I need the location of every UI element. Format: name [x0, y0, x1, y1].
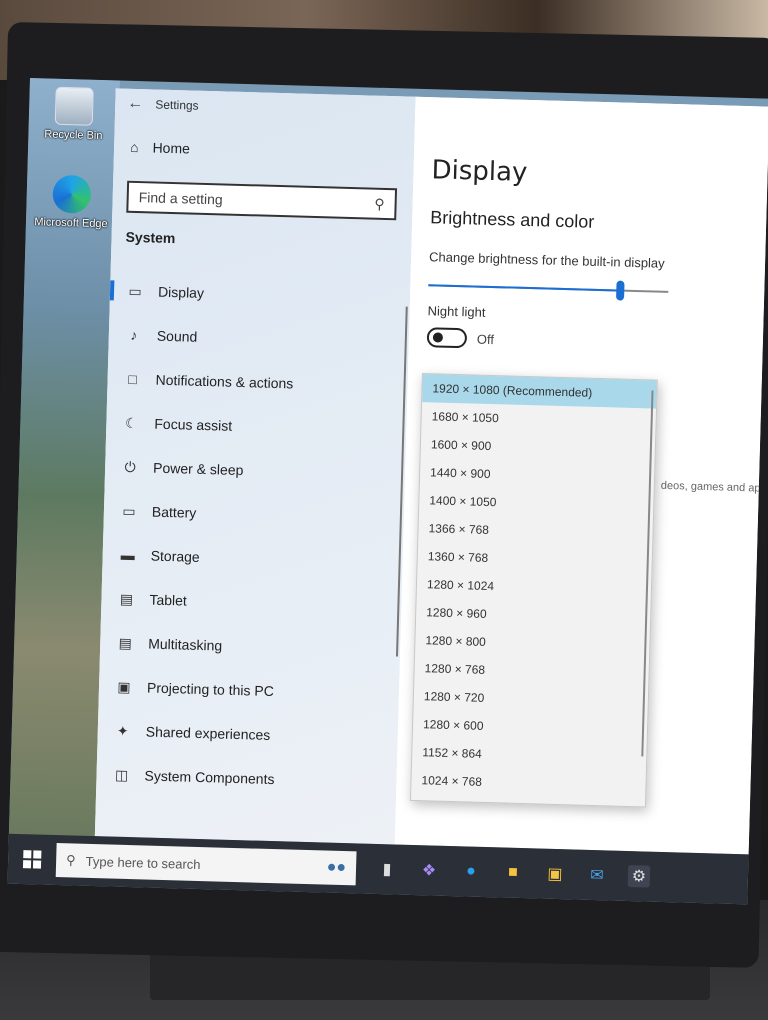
brightness-label: Change brightness for the built-in displ… [428, 249, 665, 271]
nav-item-label: Battery [151, 503, 197, 521]
nav-item-label: Tablet [149, 591, 188, 609]
mail-icon[interactable]: ✉ [586, 864, 609, 887]
find-setting-search[interactable]: Find a setting ⚲ [126, 180, 398, 221]
windows-logo-icon [22, 850, 42, 869]
recycle-bin-icon [54, 86, 94, 126]
search-placeholder: Find a setting [138, 189, 223, 208]
edge-icon[interactable]: ● [460, 860, 483, 883]
nav-item-label: Power & sleep [152, 459, 244, 479]
taskbar-search-placeholder: Type here to search [85, 853, 201, 872]
home-label: Home [152, 139, 191, 157]
desktop-icon-recycle-bin[interactable]: Recycle Bin [34, 86, 113, 142]
resolution-dropdown[interactable]: 1920 × 1080 (Recommended) 1680 × 1050 1600… [409, 373, 658, 808]
multitasking-icon: ▤ [118, 634, 133, 651]
desktop-icon-label: Recycle Bin [44, 128, 103, 143]
screen: Recycle Bin Microsoft Edge ← Settings ⌂ … [7, 78, 768, 905]
nav-item-label: Multitasking [148, 635, 223, 654]
truncated-text: deos, games and ap [660, 479, 761, 495]
moon-icon: ☾ [124, 414, 138, 431]
nav-item-label: Display [157, 283, 205, 301]
search-icon: ⚲ [65, 852, 76, 868]
night-light-state: Off [476, 331, 495, 347]
slider-thumb[interactable] [616, 280, 625, 301]
speaker-icon: ♪ [130, 326, 138, 344]
taskbar-pinned: ▮ ❖ ● ■ ▣ ✉ ⚙ [376, 858, 651, 888]
nav-item-label: System Components [144, 767, 275, 788]
night-light-label: Night light [427, 303, 486, 320]
settings-nav-pane: ← Settings ⌂ Home Find a setting ⚲ Syste… [94, 88, 416, 845]
file-explorer-icon[interactable]: ■ [502, 861, 525, 884]
home-icon: ⌂ [129, 138, 139, 156]
slider-fill [428, 284, 621, 292]
shared-icon: ✦ [116, 722, 129, 739]
back-arrow-icon[interactable]: ← [115, 94, 155, 113]
start-button[interactable] [8, 850, 56, 869]
search-highlight-icon[interactable]: ●● [326, 859, 347, 878]
section-heading: Brightness and color [429, 207, 595, 232]
desktop-icon-edge[interactable]: Microsoft Edge [32, 174, 111, 230]
nav-item-label: Notifications & actions [155, 371, 294, 392]
brightness-slider[interactable] [428, 275, 669, 302]
nav-item-system-components[interactable]: ◫ System Components [96, 752, 397, 804]
home-link[interactable]: ⌂ Home [130, 139, 190, 157]
nav-item-label: Shared experiences [145, 723, 271, 743]
nav-item-label: Storage [150, 547, 200, 565]
title-bar: ← Settings [115, 88, 416, 126]
taskbar-search-box[interactable]: ⚲ Type here to search ●● [55, 843, 357, 886]
store-icon[interactable]: ▣ [544, 863, 567, 886]
settings-window: ← Settings ⌂ Home Find a setting ⚲ Syste… [94, 88, 768, 855]
nav-item-label: Projecting to this PC [146, 679, 275, 700]
night-light-row: Off [426, 327, 495, 349]
projecting-icon: ▣ [117, 678, 131, 695]
search-icon: ⚲ [374, 195, 385, 212]
resolution-option[interactable]: 1024 × 768 [411, 766, 646, 801]
section-title: System [125, 228, 176, 247]
window-title: Settings [155, 97, 199, 113]
night-light-toggle[interactable] [426, 327, 468, 349]
edge-icon [52, 174, 92, 214]
tablet-icon: ▤ [119, 590, 134, 607]
system-nav-list: ▭ Display ♪ Sound □ Notifications & actions… [96, 268, 411, 804]
settings-gear-icon[interactable]: ⚙ [627, 865, 651, 888]
storage-icon: ▬ [120, 546, 135, 564]
nav-item-label: Focus assist [154, 415, 233, 434]
resolution-options: 1920 × 1080 (Recommended) 1680 × 1050 1600… [411, 374, 657, 800]
battery-icon: ▭ [122, 502, 136, 519]
display-content: Display Brightness and color Change brig… [394, 96, 768, 855]
nav-item-label: Sound [156, 327, 198, 345]
components-icon: ◫ [114, 766, 129, 783]
power-icon: ⏻ [124, 458, 136, 475]
page-title: Display [431, 155, 528, 188]
copilot-icon[interactable]: ❖ [418, 859, 441, 882]
desktop-icon-label: Microsoft Edge [34, 216, 108, 231]
notification-icon: □ [128, 370, 138, 388]
monitor-icon: ▭ [128, 282, 142, 299]
task-view-icon[interactable]: ▮ [376, 858, 399, 881]
